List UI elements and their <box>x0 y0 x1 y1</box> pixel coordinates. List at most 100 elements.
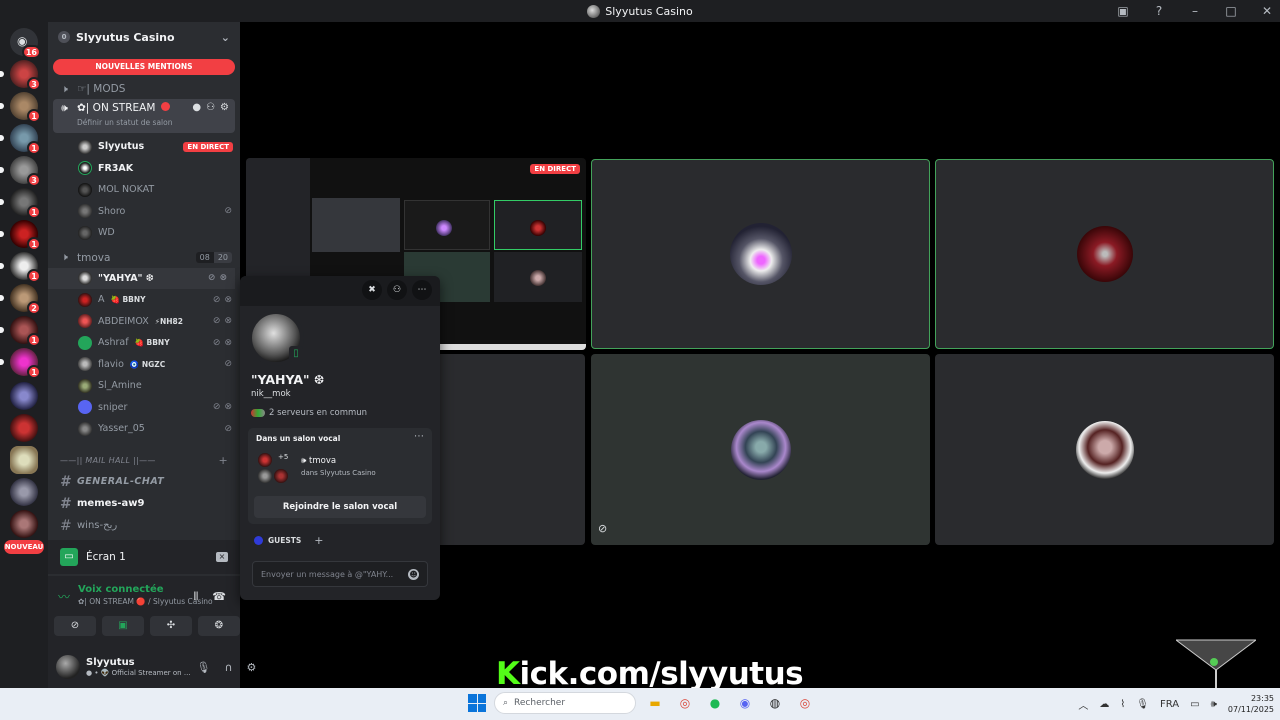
file-explorer-icon[interactable]: ▬ <box>644 692 666 714</box>
disconnect-icon[interactable]: ☎ <box>212 590 226 604</box>
home-button[interactable]: ◉ 16 <box>10 28 41 59</box>
participant-tile[interactable] <box>591 159 930 349</box>
headphones-icon[interactable]: ∩ <box>224 661 232 674</box>
obs-icon[interactable]: ◍ <box>764 692 786 714</box>
new-servers-badge[interactable]: NOUVEAU <box>4 540 44 554</box>
voice-channel-tmova[interactable]: 🕨 tmova 08 20 <box>48 248 240 268</box>
mutual-servers[interactable]: 2 serveurs en commun <box>251 408 367 418</box>
spotify-icon[interactable]: ● <box>704 692 726 714</box>
server-icon-7[interactable]: 1 <box>0 252 41 283</box>
camera-toggle-button[interactable]: ⊘ <box>54 616 96 636</box>
participant-tile[interactable] <box>440 354 585 545</box>
server-icon-1[interactable]: 3 <box>0 60 41 91</box>
voice-member[interactable]: ABDEIMOX ⚡NH82 ⊘ ⊗ <box>48 311 240 333</box>
server-icon-8[interactable]: 2 <box>0 284 41 315</box>
new-mentions-pill[interactable]: NOUVELLES MENTIONS <box>53 59 235 75</box>
voice-avatars: +5 <box>258 453 288 483</box>
onedrive-icon[interactable]: ☁ <box>1099 699 1109 710</box>
server-icon-10[interactable]: 1 <box>0 348 41 379</box>
voice-status[interactable]: Voix connectée <box>78 584 213 595</box>
participant-tile[interactable] <box>935 354 1274 545</box>
help-icon[interactable]: ? <box>1152 4 1166 18</box>
avatar[interactable] <box>56 655 80 679</box>
more-icon[interactable]: ⋯ <box>414 431 424 442</box>
add-channel-icon[interactable]: + <box>218 454 228 467</box>
noise-suppression-icon[interactable]: ⦀ <box>193 590 198 604</box>
chevron-up-icon[interactable]: ︿ <box>1078 697 1088 712</box>
close-button[interactable]: ✕ <box>1260 4 1274 18</box>
voice-member[interactable]: FR3AK <box>48 158 240 180</box>
add-friend-icon[interactable]: ⚇ <box>387 280 407 300</box>
server-icon-4[interactable]: 3 <box>0 156 41 187</box>
server-icon-5[interactable]: 1 <box>0 188 41 219</box>
voice-member[interactable]: Yasser_05 ⊘ <box>48 418 240 440</box>
add-role-icon[interactable]: + <box>314 534 323 547</box>
chrome-profile-icon[interactable]: ◎ <box>794 692 816 714</box>
server-icon-6[interactable]: 1 <box>0 220 41 251</box>
language-indicator[interactable]: FRA <box>1160 699 1179 710</box>
minimize-button[interactable]: – <box>1188 4 1202 18</box>
emoji-icon[interactable]: ☻ <box>408 568 419 580</box>
voice-member[interactable]: flavio 🧿 NGZC ⊘ <box>48 354 240 376</box>
text-channel[interactable]: # GENERAL-CHAT <box>48 471 240 493</box>
chrome-icon[interactable]: ◎ <box>674 692 696 714</box>
add-user-icon[interactable]: ⚇ <box>206 102 215 113</box>
user-name[interactable]: Slyyutus <box>86 657 191 668</box>
server-icon-12[interactable] <box>10 414 38 442</box>
profile-username[interactable]: nik__mok <box>251 389 291 399</box>
participant-tile[interactable] <box>935 159 1274 349</box>
start-button[interactable] <box>468 694 486 712</box>
gear-icon[interactable]: ⚙ <box>220 102 229 113</box>
server-icon-9[interactable]: 1 <box>0 316 41 347</box>
server-icon-3[interactable]: 1 <box>0 124 41 155</box>
screen-share-panel[interactable]: ▭ Écran 1 × <box>48 540 240 574</box>
microphone-icon[interactable]: 🎙 <box>1136 699 1149 710</box>
user-status[interactable]: ● • 👽 Official Streamer on ... <box>86 669 191 677</box>
voice-member[interactable]: Shoro ⊘ <box>48 201 240 223</box>
voice-member[interactable]: Ashraf 🍓 BBNY ⊘ ⊗ <box>48 332 240 354</box>
server-icon-2[interactable]: 1 <box>0 92 41 123</box>
more-icon[interactable]: ⋯ <box>412 280 432 300</box>
voice-member[interactable]: MOL NOKAT <box>48 179 240 201</box>
volume-icon[interactable]: 🕪 <box>1211 699 1217 710</box>
voice-member[interactable]: sniper ⊘ ⊗ <box>48 397 240 419</box>
activities-button[interactable]: ✣ <box>150 616 192 636</box>
message-icon[interactable]: ✖ <box>362 280 382 300</box>
maximize-button[interactable]: □ <box>1224 4 1238 18</box>
participant-tile[interactable] <box>591 354 930 545</box>
server-header[interactable]: 0 Slyyutus Casino ⌄ <box>48 22 240 52</box>
text-channel[interactable]: # wins-ربح <box>48 515 240 537</box>
signal-icon[interactable]: 〰 <box>58 588 70 606</box>
discord-icon[interactable]: ◉ <box>734 692 756 714</box>
voice-channel-link[interactable]: ✿| ON STREAM 🔴 / Slyyutus Casino <box>78 597 213 606</box>
voice-member[interactable]: WD <box>48 222 240 244</box>
voice-member[interactable]: "YAHYA" ❆ ⊘ ⊗ <box>48 267 235 289</box>
taskbar-clock[interactable]: 23:35 07/11/2025 <box>1228 693 1274 715</box>
voice-channel-mods[interactable]: 🕨 ☞| MODS <box>48 79 240 99</box>
voice-member[interactable]: Slyyutus EN DIRECT <box>48 136 240 158</box>
display-icon[interactable]: ▭ <box>1190 699 1199 710</box>
voice-channel-on-stream[interactable]: 🕪 ✿| ON STREAM ● ⚇ ⚙ Définir un statut d… <box>53 99 235 133</box>
text-channel[interactable]: # memes-aw9 <box>48 493 240 515</box>
category-header[interactable]: ——|| MAIL HALL ||—— + <box>48 451 240 471</box>
server-icon-11[interactable] <box>10 382 38 410</box>
voice-member[interactable]: Sl_Amine <box>48 375 240 397</box>
network-icon[interactable]: ⌇ <box>1120 699 1125 710</box>
server-icon-15[interactable] <box>10 510 38 538</box>
channel-status-hint[interactable]: Définir un statut de salon <box>77 118 172 127</box>
chat-icon[interactable]: ● <box>192 102 201 113</box>
soundboard-button[interactable]: ❂ <box>198 616 240 636</box>
stop-share-icon[interactable]: × <box>216 552 228 562</box>
join-voice-button[interactable]: Rejoindre le salon vocal <box>254 496 426 518</box>
speaker-icon: 🕨 <box>61 251 68 263</box>
gear-icon[interactable]: ⚙ <box>247 661 257 674</box>
avatar <box>78 182 92 197</box>
server-icon-14[interactable] <box>10 478 38 506</box>
message-input[interactable]: Envoyer un message à @"YAHY... ☻ <box>252 561 428 587</box>
server-icon-13[interactable] <box>10 446 38 474</box>
voice-member[interactable]: A 🍓 BBNY ⊘ ⊗ <box>48 289 240 311</box>
microphone-icon[interactable]: 🎙 <box>197 661 211 674</box>
inbox-icon[interactable]: ▣ <box>1116 4 1130 18</box>
taskbar-search[interactable]: ⌕ Rechercher <box>494 692 636 714</box>
screen-share-button[interactable]: ▣ <box>102 616 144 636</box>
